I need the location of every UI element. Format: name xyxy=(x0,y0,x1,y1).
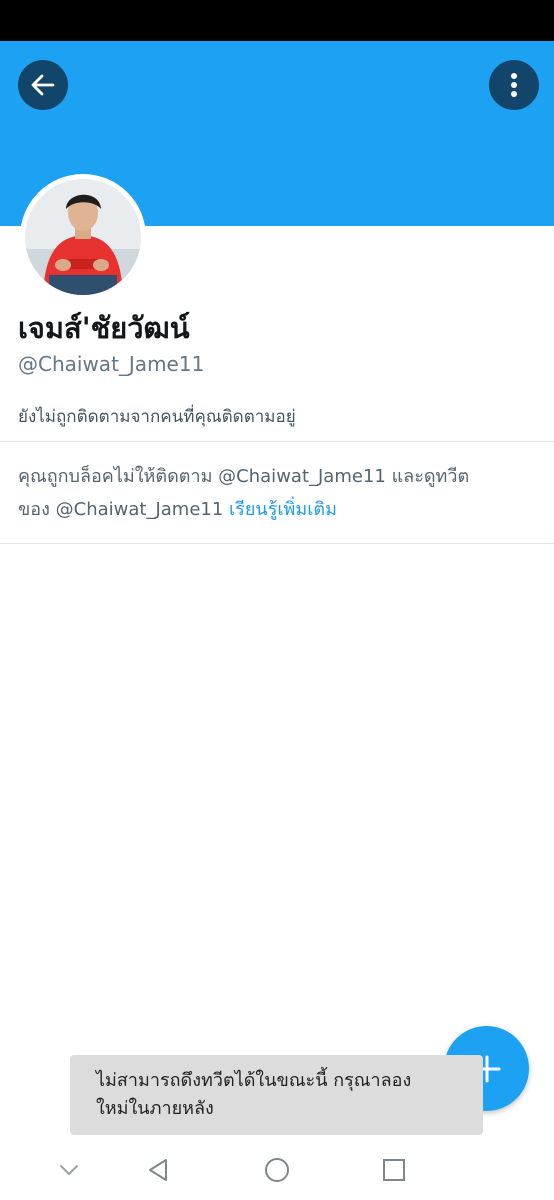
blocked-notice-line1: คุณถูกบล็อคไม่ให้ติดตาม @Chaiwat_Jame11 … xyxy=(18,466,470,487)
blocked-notice-line2-text: ของ @Chaiwat_Jame11 xyxy=(18,499,224,520)
blocked-notice-line2: ของ @Chaiwat_Jame11 เรียนรู้เพิ่มเติม xyxy=(18,493,538,526)
toast-message-line1: ไม่สามารถดึงทวีตได้ในขณะนี้ กรุณาลอง xyxy=(96,1070,412,1091)
triangle-back-icon xyxy=(149,1159,167,1181)
nav-back-button[interactable] xyxy=(140,1152,176,1188)
display-name: เจมส์'ชัยวัฒน์ xyxy=(18,311,190,345)
nav-recents-button[interactable] xyxy=(376,1152,412,1188)
learn-more-link[interactable]: เรียนรู้เพิ่มเติม xyxy=(229,499,337,520)
toast-message-line2: ใหม่ในภายหลัง xyxy=(96,1098,214,1119)
nav-home-button[interactable] xyxy=(259,1152,295,1188)
more-vertical-icon xyxy=(511,73,517,97)
more-options-button[interactable] xyxy=(489,60,539,110)
arrow-left-icon xyxy=(31,74,55,96)
follow-status-text: ยังไม่ถูกติดตามจากคนที่คุณติดตามอยู่ xyxy=(18,407,296,427)
divider xyxy=(0,441,554,442)
user-handle: @Chaiwat_Jame11 xyxy=(18,352,205,376)
back-button[interactable] xyxy=(18,60,68,110)
nav-hide-button[interactable] xyxy=(51,1152,87,1188)
blocked-notice: คุณถูกบล็อคไม่ให้ติดตาม @Chaiwat_Jame11 … xyxy=(18,460,538,526)
square-recents-icon xyxy=(383,1159,405,1181)
avatar[interactable] xyxy=(20,174,146,300)
status-bar xyxy=(0,0,554,41)
chevron-down-icon xyxy=(60,1165,78,1175)
circle-home-icon xyxy=(265,1158,289,1182)
error-toast: ไม่สามารถดึงทวีตได้ในขณะนี้ กรุณาลอง ใหม… xyxy=(70,1055,483,1135)
profile-photo xyxy=(25,179,141,295)
divider xyxy=(0,543,554,544)
system-navigation-bar xyxy=(0,1140,554,1200)
